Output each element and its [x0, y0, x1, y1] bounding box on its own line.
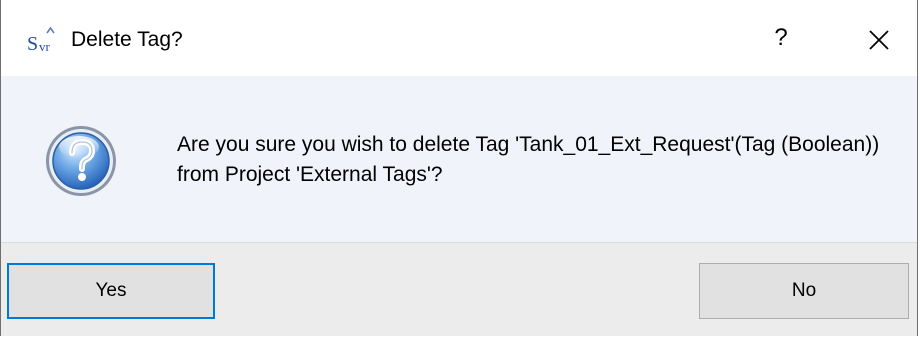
- confirmation-message: Are you sure you wish to delete Tag 'Tan…: [177, 133, 880, 186]
- title-bar[interactable]: S vr Delete Tag? ?: [1, 0, 917, 76]
- delete-tag-dialog: S vr Delete Tag? ? Are you sure you wish…: [0, 0, 918, 336]
- close-icon[interactable]: [859, 20, 899, 60]
- svg-text:vr: vr: [39, 39, 51, 54]
- window-title: Delete Tag?: [71, 28, 183, 51]
- yes-button[interactable]: Yes: [7, 263, 215, 319]
- message-area: Are you sure you wish to delete Tag 'Tan…: [1, 76, 917, 242]
- button-bar: Yes No: [1, 243, 917, 336]
- question-icon: [46, 126, 116, 196]
- svg-text:S: S: [27, 33, 38, 54]
- no-button[interactable]: No: [699, 263, 909, 319]
- svr-app-icon: S vr: [27, 26, 55, 54]
- help-button[interactable]: ?: [761, 18, 801, 58]
